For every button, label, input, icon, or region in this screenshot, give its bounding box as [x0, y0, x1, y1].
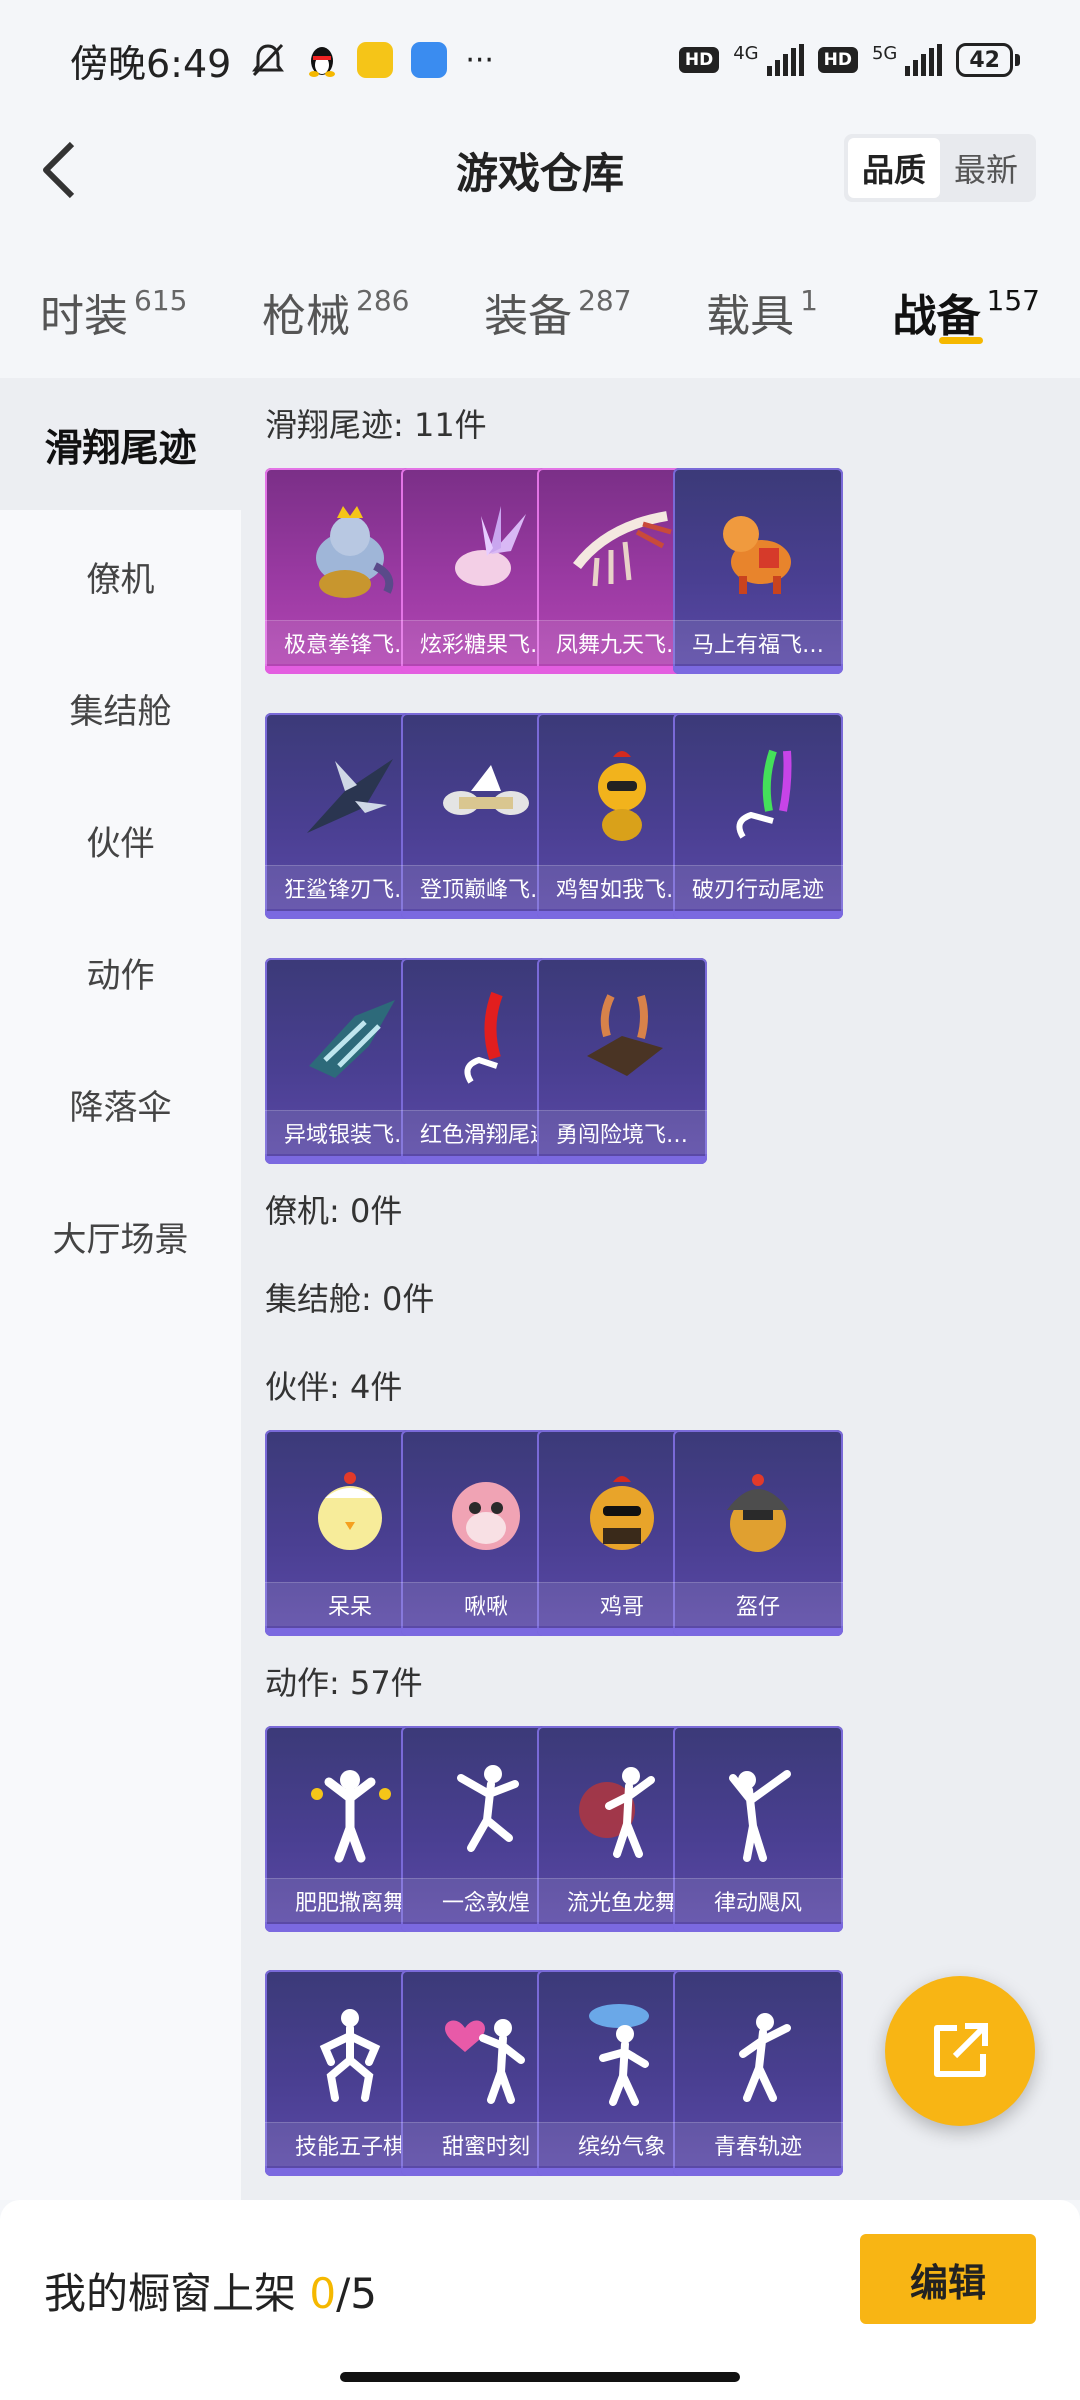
app-header: 游戏仓库 品质 最新: [0, 120, 1080, 220]
share-button[interactable]: [885, 1976, 1035, 2126]
hd-badge-2: HD: [817, 47, 858, 73]
wallet-app-icon: [411, 42, 448, 78]
toy-horse-icon: [673, 486, 843, 616]
item-name: 律动飓风: [673, 1878, 843, 1922]
showcase-status: 我的橱窗上架 0/5: [44, 2260, 377, 2321]
tab-count: 286: [356, 284, 410, 317]
item-name: 青春轨迹: [673, 2122, 843, 2166]
sidebar-item-glide-trail[interactable]: 滑翔尾迹: [0, 378, 241, 510]
more-notifications-icon: ···: [465, 42, 494, 78]
item-name: 破刃行动尾迹: [673, 865, 843, 909]
tab-label: 时装: [40, 291, 128, 342]
tab-fashion[interactable]: 时装 615: [40, 260, 187, 350]
wingsuit-smoke-icon: [537, 976, 707, 1106]
showcase-label: 我的橱窗上架: [44, 2269, 297, 2318]
home-indicator[interactable]: [340, 2372, 740, 2382]
helmet-chicken-icon: [673, 1448, 843, 1578]
sidebar-item-parachute[interactable]: 降落伞: [0, 1038, 241, 1170]
tab-count: 1: [800, 284, 818, 317]
showcase-total: /5: [336, 2269, 377, 2318]
battery-icon: 42: [956, 43, 1020, 77]
category-tabs: 时装 615 枪械 286 装备 287 载具 1 战备 157: [0, 250, 1080, 360]
tab-battle-gear[interactable]: 战备 157: [893, 260, 1040, 350]
tab-label: 战备: [892, 291, 981, 342]
tab-guns[interactable]: 枪械 286: [262, 260, 409, 350]
item-card[interactable]: 勇闯险境飞…: [537, 958, 707, 1164]
page-title: 游戏仓库: [455, 148, 624, 198]
tab-count: 287: [578, 284, 632, 317]
sort-latest-option[interactable]: 最新: [940, 138, 1032, 198]
smoke-trail-icon: [673, 731, 843, 861]
sort-toggle: 品质 最新: [843, 134, 1036, 202]
bottom-bar: 我的橱窗上架 0/5 编辑: [0, 2200, 1080, 2400]
sidebar-item-partner[interactable]: 伙伴: [0, 774, 241, 906]
hd-badge: HD: [678, 47, 720, 73]
tab-count: 615: [134, 284, 188, 317]
sidebar-item-emote[interactable]: 动作: [0, 906, 241, 1038]
signal-icon: [766, 44, 804, 76]
external-link-icon: [934, 2023, 988, 2077]
section-title-drone: 僚机: 0件: [265, 1192, 403, 1230]
dance-wave-icon: [673, 1744, 843, 1874]
showcase-current: 0: [309, 2269, 337, 2318]
active-tab-indicator: [938, 337, 983, 344]
item-card[interactable]: 马上有福飞…: [673, 468, 843, 674]
dance-spin-icon: [673, 1988, 843, 2118]
tab-label: 载具: [706, 291, 795, 342]
sidebar-item-lobby-scene[interactable]: 大厅场景: [0, 1170, 241, 1302]
sort-quality-option[interactable]: 品质: [847, 138, 940, 198]
item-card[interactable]: 盔仔: [673, 1430, 843, 1636]
game-app-icon: [357, 42, 394, 78]
tab-label: 枪械: [262, 291, 351, 342]
status-bar: 傍晚6:49 ··· HD 4G HD 5G 42: [0, 0, 1080, 120]
qq-penguin-icon: [309, 47, 336, 77]
tab-count: 157: [986, 284, 1040, 317]
section-title-partner: 伙伴: 4件: [265, 1368, 403, 1406]
item-card[interactable]: 破刃行动尾迹: [673, 713, 843, 919]
system-icons: HD 4G HD 5G 42: [678, 43, 1020, 77]
signal-icon-2: [905, 44, 943, 76]
network-type-2: 5G: [871, 43, 898, 64]
tab-label: 装备: [484, 291, 573, 342]
tab-vehicles[interactable]: 载具 1: [706, 260, 818, 350]
sidebar-item-pod[interactable]: 集结舱: [0, 642, 241, 774]
item-name: 马上有福飞…: [673, 620, 843, 664]
section-title-emote: 动作: 57件: [265, 1664, 423, 1702]
item-card[interactable]: 律动飓风: [673, 1726, 843, 1932]
item-name: 勇闯险境飞…: [537, 1110, 707, 1154]
edit-button[interactable]: 编辑: [860, 2234, 1036, 2324]
chevron-left-icon: [43, 141, 75, 199]
back-button[interactable]: [30, 141, 86, 199]
item-card[interactable]: 青春轨迹: [673, 1970, 843, 2176]
section-title-glide: 滑翔尾迹: 11件: [265, 406, 487, 444]
sidebar: 滑翔尾迹 僚机 集结舱 伙伴 动作 降落伞 大厅场景: [0, 378, 241, 2200]
sidebar-item-drone[interactable]: 僚机: [0, 510, 241, 642]
tab-equipment[interactable]: 装备 287: [484, 260, 631, 350]
battery-level: 42: [956, 43, 1013, 77]
notification-icons: ···: [249, 41, 494, 79]
status-time: 傍晚6:49: [70, 41, 232, 86]
section-title-pod: 集结舱: 0件: [265, 1280, 435, 1318]
content-panel: 滑翔尾迹: 11件 极意拳锋飞… 炫彩糖果飞… 凤舞九天飞… 马上有福飞… 狂鲨…: [241, 378, 1080, 2200]
item-name: 盔仔: [673, 1582, 843, 1626]
mute-bell-icon: [252, 43, 285, 77]
network-type: 4G: [733, 43, 759, 64]
